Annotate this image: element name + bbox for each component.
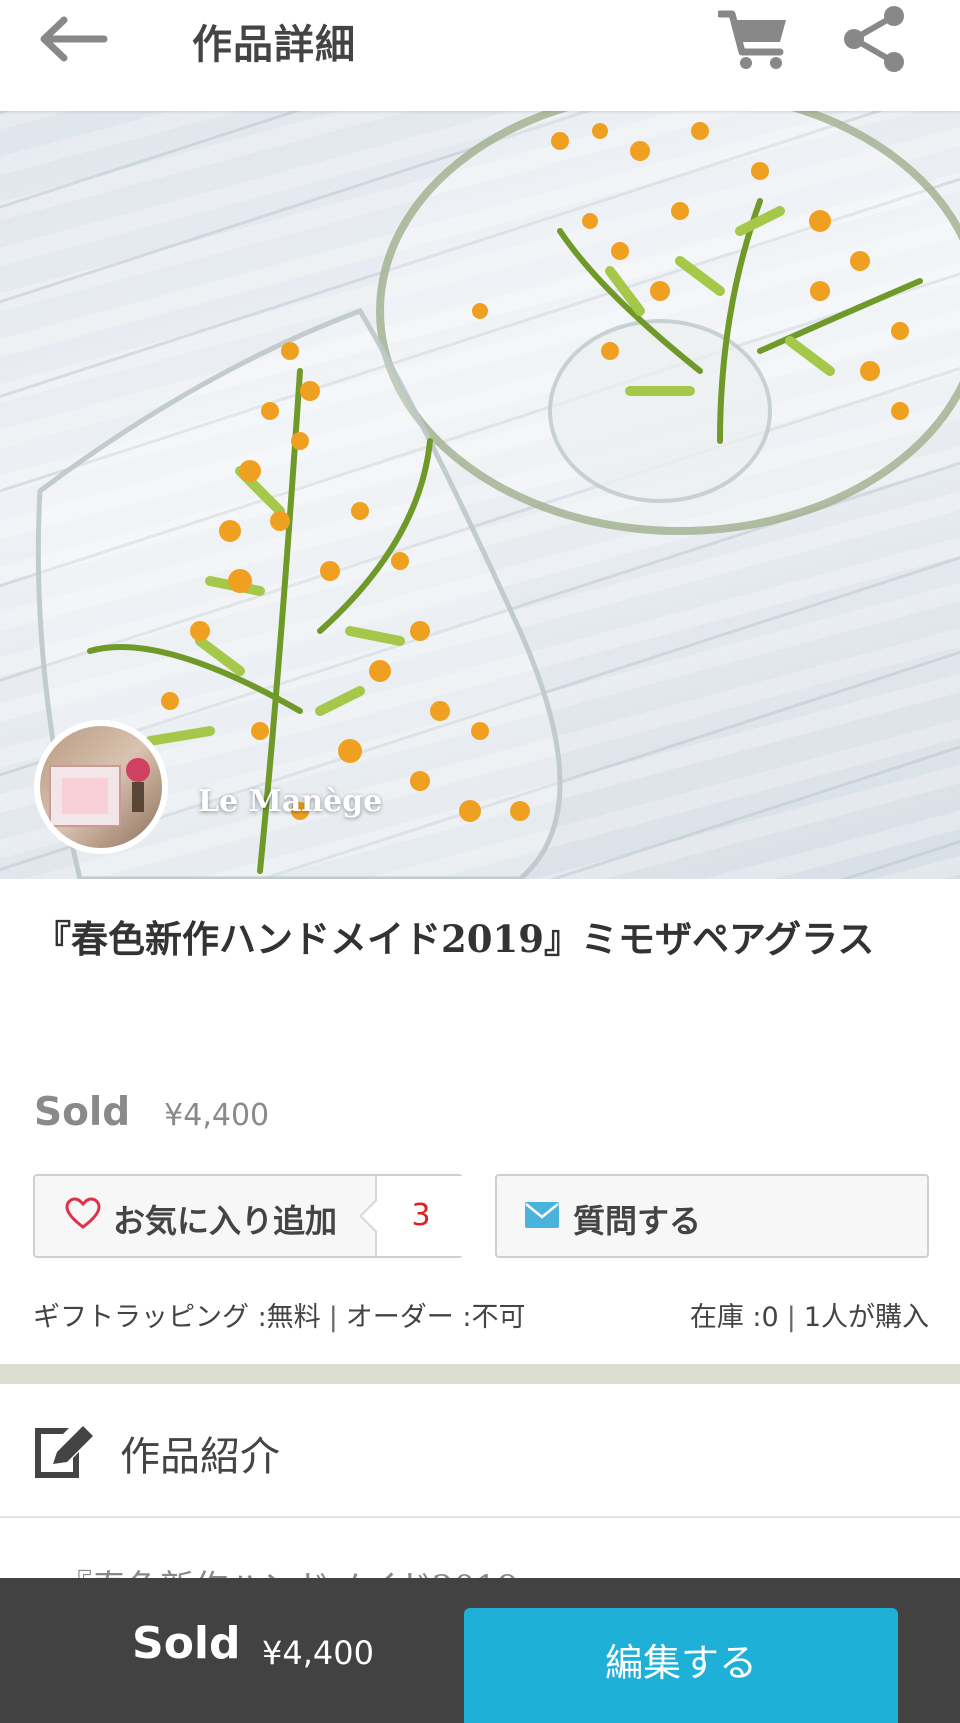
cart-icon[interactable] — [718, 8, 790, 72]
bottom-action-bar: Sold ¥4,400 編集する — [0, 1578, 960, 1723]
top-app-bar: 作品詳細 — [0, 0, 960, 111]
purchase-count: 1人が購入 — [803, 1302, 929, 1333]
favorite-count: 3 — [411, 1198, 431, 1233]
separator: | — [786, 1302, 796, 1333]
edit-document-icon — [35, 1426, 93, 1478]
shop-avatar[interactable] — [34, 720, 168, 854]
separator: | — [328, 1302, 338, 1333]
gift-wrapping-info: ギフトラッピング :無料 — [33, 1302, 321, 1333]
edit-button[interactable]: 編集する — [464, 1608, 898, 1723]
stock-info: 在庫 :0 | 1人が購入 — [690, 1295, 929, 1334]
product-price: ¥4,400 — [164, 1098, 270, 1133]
sold-status: Sold — [34, 1090, 131, 1135]
ask-question-label: 質問する — [573, 1202, 702, 1240]
back-arrow-icon[interactable] — [36, 16, 108, 62]
price-row: Sold ¥4,400 — [34, 1090, 269, 1135]
shop-name[interactable]: Le Manège — [198, 784, 382, 819]
favorite-count-box: 3 — [375, 1176, 465, 1256]
order-info: オーダー :不可 — [345, 1302, 526, 1333]
shipping-options: ギフトラッピング :無料 | オーダー :不可 — [33, 1295, 525, 1334]
section-divider — [0, 1364, 960, 1384]
mail-icon — [525, 1202, 559, 1228]
share-icon[interactable] — [838, 4, 910, 74]
product-title: 『春色新作ハンドメイド2019』ミモザペアグラス — [34, 917, 875, 961]
bottom-price: ¥4,400 — [262, 1634, 374, 1672]
heart-icon — [65, 1197, 101, 1229]
ask-question-button[interactable]: 質問する — [495, 1174, 929, 1258]
add-favorite-button[interactable]: お気に入り追加 3 — [33, 1174, 465, 1258]
description-section-header: 作品紹介 — [0, 1384, 960, 1518]
bottom-sold-status: Sold — [132, 1618, 241, 1669]
stock-count: 在庫 :0 — [689, 1302, 779, 1333]
page-title: 作品詳細 — [192, 22, 356, 68]
section-title: 作品紹介 — [120, 1434, 280, 1480]
favorite-label: お気に入り追加 — [113, 1202, 338, 1240]
